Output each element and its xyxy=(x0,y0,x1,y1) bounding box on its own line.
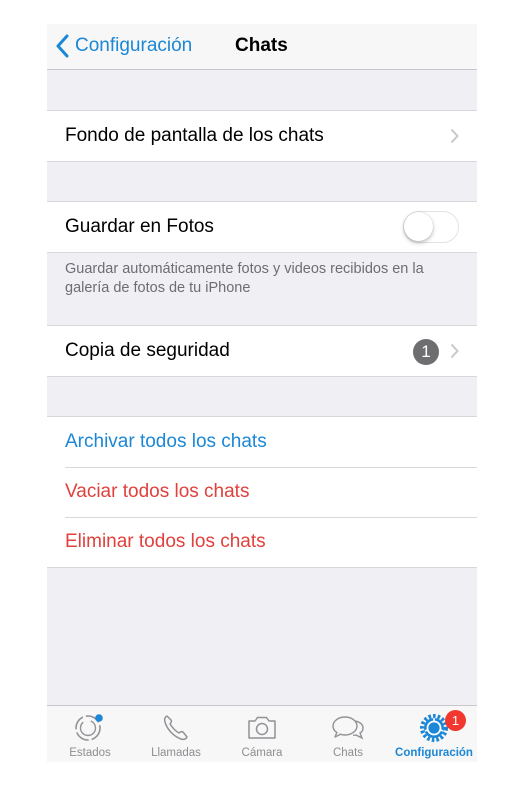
tab-label: Cámara xyxy=(241,747,283,759)
delete-all-label: Eliminar todos los chats xyxy=(65,531,266,552)
save-photos-group: Guardar en Fotos xyxy=(47,201,477,253)
status-icon xyxy=(75,714,103,741)
tab-chats[interactable]: Chats xyxy=(305,706,391,762)
tab-camara[interactable]: Cámara xyxy=(219,706,305,762)
save-photos-toggle[interactable] xyxy=(403,211,459,243)
tab-bar: Estados Llamadas Cámara Chats 1 Configur… xyxy=(47,705,477,762)
backup-row[interactable]: Copia de seguridad 1 xyxy=(47,326,477,376)
actions-group: Archivar todos los chats Vaciar todos lo… xyxy=(47,416,477,568)
navigation-bar: Configuración Chats xyxy=(47,24,477,70)
toggle-knob xyxy=(404,212,433,241)
tab-label: Llamadas xyxy=(151,747,201,759)
archive-all-chats-button[interactable]: Archivar todos los chats xyxy=(47,417,477,467)
backup-badge: 1 xyxy=(413,339,439,365)
chevron-right-icon xyxy=(450,128,459,144)
wallpaper-label: Fondo de pantalla de los chats xyxy=(65,125,324,146)
settings-screen: Configuración Chats Fondo de pantalla de… xyxy=(47,24,477,762)
phone-icon xyxy=(163,715,188,741)
page-title: Chats xyxy=(235,35,288,56)
tab-label: Chats xyxy=(332,747,364,759)
save-photos-label: Guardar en Fotos xyxy=(65,216,214,237)
save-photos-footer: Guardar automáticamente fotos y videos r… xyxy=(65,261,424,296)
wallpaper-row[interactable]: Fondo de pantalla de los chats xyxy=(47,111,477,161)
tab-label: Configuración xyxy=(395,747,473,759)
wallpaper-group: Fondo de pantalla de los chats xyxy=(47,110,477,162)
backup-group: Copia de seguridad 1 xyxy=(47,325,477,377)
clear-all-chats-button[interactable]: Vaciar todos los chats xyxy=(47,467,477,517)
back-button[interactable]: Configuración xyxy=(55,32,192,60)
tab-estados[interactable]: Estados xyxy=(47,706,133,762)
delete-all-chats-button[interactable]: Eliminar todos los chats xyxy=(47,517,477,567)
tab-label: Estados xyxy=(69,747,111,759)
chat-bubbles-icon xyxy=(332,716,364,740)
backup-label: Copia de seguridad xyxy=(65,340,230,361)
tab-llamadas[interactable]: Llamadas xyxy=(133,706,219,762)
chevron-left-icon xyxy=(56,34,69,58)
back-label: Configuración xyxy=(75,35,193,56)
save-photos-row: Guardar en Fotos xyxy=(47,202,477,252)
tab-configuracion[interactable]: 1 Configuración xyxy=(391,706,477,762)
chevron-right-icon xyxy=(450,343,459,359)
camera-icon xyxy=(248,716,276,739)
clear-all-label: Vaciar todos los chats xyxy=(65,481,250,502)
archive-all-label: Archivar todos los chats xyxy=(65,431,267,452)
notification-badge: 1 xyxy=(445,710,466,731)
